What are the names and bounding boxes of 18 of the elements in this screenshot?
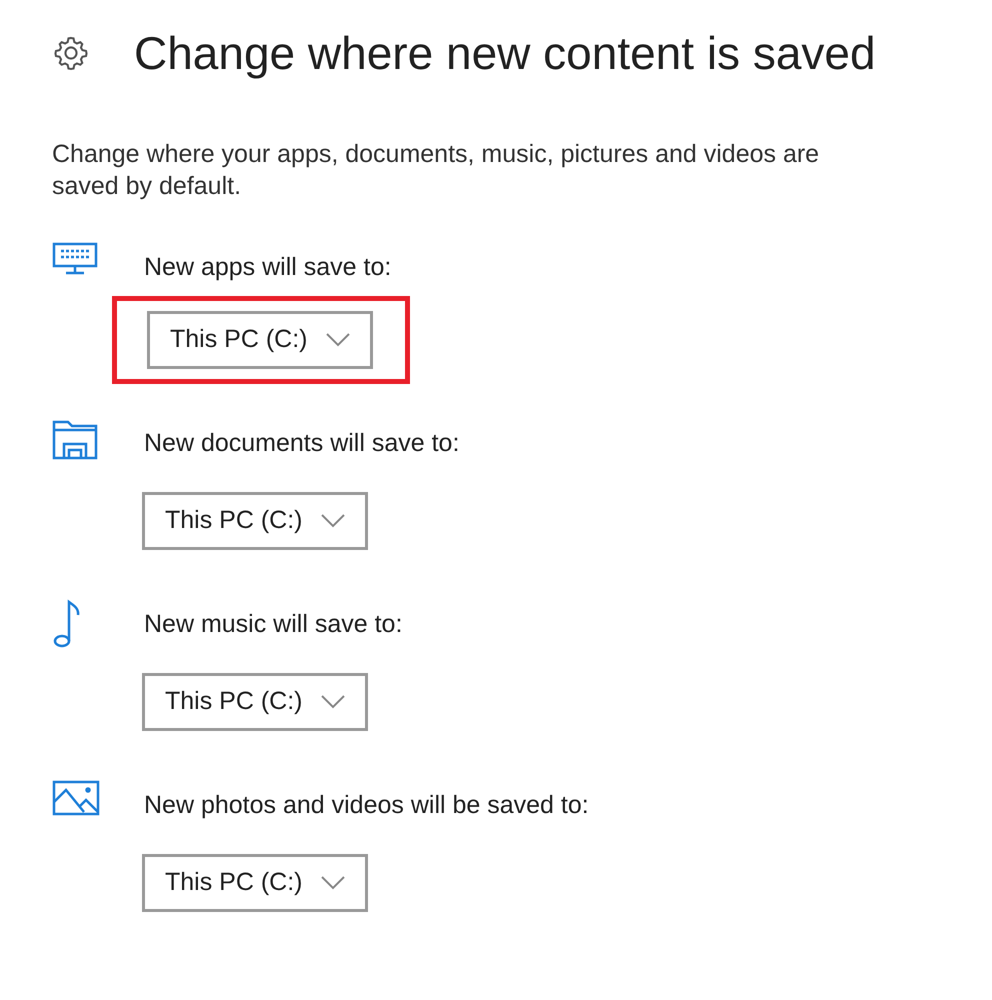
chevron-down-icon — [320, 876, 344, 890]
drive-dropdown[interactable]: This PC (C:) — [142, 854, 368, 912]
drive-dropdown[interactable]: This PC (C:) — [147, 311, 372, 369]
setting-label: New apps will save to: — [144, 252, 392, 282]
chevron-down-icon — [320, 514, 344, 528]
folder-icon — [52, 418, 98, 460]
setting-label: New music will save to: — [144, 609, 402, 639]
chevron-down-icon — [326, 333, 350, 347]
chevron-down-icon — [320, 695, 344, 709]
page-description: Change where your apps, documents, music, pictures and videos are saved by default. — [52, 139, 820, 202]
page-title: Change where new content is saved — [134, 30, 876, 76]
settings-icon — [52, 34, 90, 72]
setting-label: New documents will save to: — [144, 428, 460, 458]
monitor-icon — [52, 242, 98, 276]
picture-icon — [52, 780, 100, 816]
setting-label: New photos and videos will be saved to: — [144, 790, 589, 820]
drive-dropdown[interactable]: This PC (C:) — [142, 673, 368, 731]
drive-dropdown[interactable]: This PC (C:) — [142, 492, 368, 550]
